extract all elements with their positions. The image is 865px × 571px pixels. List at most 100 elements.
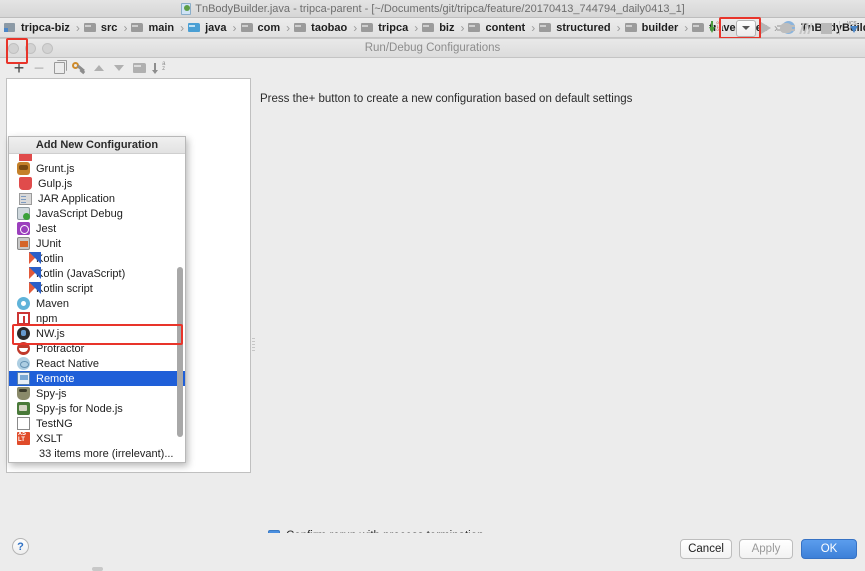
breadcrumb-item-main[interactable]: main: [131, 22, 176, 34]
breadcrumb-label: java: [205, 21, 227, 34]
folder-icon: [83, 22, 96, 33]
list-item-javascript-debug[interactable]: JavaScript Debug: [9, 206, 185, 221]
configuration-type-list[interactable]: Grunt.js Gulp.js JAR Application JavaScr…: [9, 154, 185, 462]
list-item-nwjs[interactable]: NW.js: [9, 326, 185, 341]
ide-title-bar: TnBodyBuilder.java - tripca-parent - [~/…: [0, 0, 865, 18]
run-icon: [761, 22, 771, 34]
breadcrumb-item-biz[interactable]: biz: [422, 22, 456, 34]
list-item-spy-js[interactable]: Spy-js: [9, 386, 185, 401]
breadcrumb-item-module[interactable]: tripca-biz: [4, 22, 72, 34]
remove-configuration-button[interactable]: −: [30, 59, 48, 77]
breadcrumb-item-content[interactable]: content: [468, 22, 527, 34]
list-item-label: 33 items more (irrelevant)...: [39, 447, 174, 460]
stop-button[interactable]: [816, 19, 836, 37]
list-item-label: NW.js: [36, 327, 65, 340]
list-item-npm[interactable]: npm: [9, 311, 185, 326]
toolbar-divider: [839, 21, 840, 35]
breadcrumb-label: tripca: [378, 21, 409, 34]
list-item-jar-application[interactable]: JAR Application: [9, 191, 185, 206]
list-item-maven[interactable]: Maven: [9, 296, 185, 311]
vcs-update-icon: VCS: [846, 21, 860, 35]
list-item-label: Kotlin (JavaScript): [36, 267, 126, 280]
sort-configurations-button[interactable]: az: [150, 59, 168, 77]
breadcrumb-separator-icon: ›: [684, 20, 689, 35]
breadcrumb-item-structured[interactable]: structured: [539, 22, 612, 34]
breadcrumb-separator-icon: ›: [180, 20, 185, 35]
list-item-label: TestNG: [36, 417, 73, 430]
list-item-kotlin[interactable]: Kotlin: [9, 251, 185, 266]
debug-icon: [777, 23, 795, 33]
list-item-gulp[interactable]: Gulp.js: [9, 176, 185, 191]
list-item-remote[interactable]: Remote: [9, 371, 185, 386]
list-item-junit[interactable]: JUnit: [9, 236, 185, 251]
edit-defaults-button[interactable]: [70, 59, 88, 77]
list-item-more[interactable]: 33 items more (irrelevant)...: [9, 446, 185, 461]
run-button[interactable]: [756, 19, 776, 37]
scrollbar-nub[interactable]: [92, 567, 103, 571]
list-item-grunt[interactable]: Grunt.js: [9, 161, 185, 176]
xslt-icon: [17, 431, 30, 445]
breadcrumb-item-java[interactable]: java: [188, 22, 228, 34]
breadcrumb-item-builder[interactable]: builder: [624, 22, 681, 34]
ide-window-title: TnBodyBuilder.java - tripca-parent - [~/…: [180, 2, 685, 15]
run-with-coverage-button[interactable]: [796, 19, 816, 37]
add-new-configuration-popup: Add New Configuration Grunt.js Gulp.js J…: [8, 136, 186, 463]
run-configuration-selector[interactable]: 01 10 01: [696, 19, 736, 37]
popup-title: Add New Configuration: [9, 137, 185, 154]
arrow-up-icon: [94, 65, 104, 71]
package-icon: [422, 22, 435, 33]
breadcrumb-label: src: [100, 21, 118, 34]
create-folder-button[interactable]: [130, 59, 148, 77]
arrow-down-icon: [114, 65, 124, 71]
move-down-button[interactable]: [110, 59, 128, 77]
list-item-label: Protractor: [36, 342, 85, 355]
breadcrumb-separator-icon: ›: [616, 20, 621, 35]
list-item-testng[interactable]: TestNG: [9, 416, 185, 431]
spyjs-node-icon: [17, 402, 30, 415]
list-item-jest[interactable]: Jest: [9, 221, 185, 236]
breadcrumb-label: biz: [439, 21, 455, 34]
jar-icon: [19, 192, 32, 205]
copy-icon: [53, 60, 67, 74]
ok-button[interactable]: OK: [801, 539, 857, 559]
popup-scrollbar[interactable]: [177, 267, 183, 437]
list-item-partial[interactable]: [9, 154, 185, 161]
run-with-coverage-icon: [799, 22, 813, 34]
list-item-react-native[interactable]: React Native: [9, 356, 185, 371]
testng-icon: [17, 417, 30, 430]
list-item-xslt[interactable]: XSLT: [9, 431, 185, 446]
list-item-protractor[interactable]: Protractor: [9, 341, 185, 356]
debug-button[interactable]: [776, 19, 796, 37]
sort-alphabetically-icon: az: [151, 61, 166, 75]
dialog-footer: http://blog.csdn.net/xktxoo ? Cancel App…: [0, 533, 865, 571]
breadcrumb-item-taobao[interactable]: taobao: [294, 22, 349, 34]
package-icon: [468, 22, 481, 33]
dialog-body: + − a z Press the+ button to create a ne…: [0, 38, 865, 571]
screen-root: TnBodyBuilder.java - tripca-parent - [~/…: [0, 0, 865, 571]
list-item-label: Maven: [36, 297, 70, 310]
junit-icon: [17, 237, 30, 250]
add-configuration-button[interactable]: +: [10, 59, 28, 77]
cancel-button[interactable]: Cancel: [680, 539, 732, 559]
list-item-spy-js-node[interactable]: Spy-js for Node.js: [9, 401, 185, 416]
breadcrumb-item-src[interactable]: src: [83, 21, 120, 34]
breadcrumb-separator-icon: ›: [460, 20, 465, 35]
breadcrumb-label: main: [148, 21, 175, 34]
copy-configuration-button[interactable]: [50, 59, 68, 77]
breadcrumb-separator-icon: ›: [414, 20, 419, 35]
main-toolbar-right: 01 10 01 VCS: [696, 18, 863, 38]
apply-button[interactable]: Apply: [739, 539, 793, 559]
kotlin-icon: [17, 282, 41, 295]
breadcrumb-item-com[interactable]: com: [240, 22, 283, 34]
partial-icon: [19, 154, 32, 161]
list-item-kotlin-javascript[interactable]: Kotlin (JavaScript): [9, 266, 185, 281]
list-item-kotlin-script[interactable]: Kotlin script: [9, 281, 185, 296]
run-configuration-dropdown[interactable]: [736, 19, 756, 37]
move-up-button[interactable]: [90, 59, 108, 77]
breadcrumb-item-tripca[interactable]: tripca: [361, 22, 410, 34]
breadcrumb-separator-icon: ›: [286, 20, 291, 35]
list-item-label: JavaScript Debug: [36, 207, 123, 220]
vcs-update-button[interactable]: VCS: [843, 19, 863, 37]
help-button[interactable]: ?: [12, 538, 29, 555]
list-item-label: Remote: [36, 372, 75, 385]
